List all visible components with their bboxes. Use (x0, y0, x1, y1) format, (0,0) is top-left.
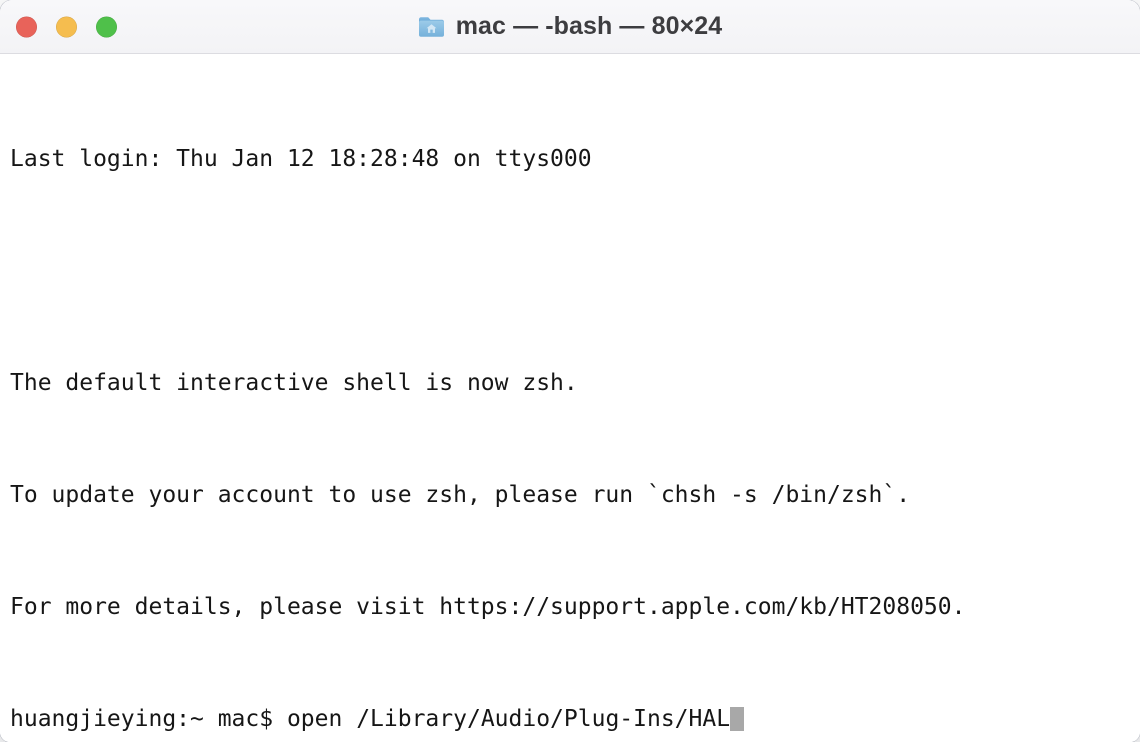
minimize-window-button[interactable] (56, 16, 77, 37)
window-titlebar[interactable]: mac — -bash — 80×24 (0, 0, 1140, 54)
desktop-backdrop: mac — -bash — 80×24 Last login: Thu Jan … (0, 0, 1140, 742)
home-folder-icon (418, 15, 445, 38)
terminal-line-shell-notice: The default interactive shell is now zsh… (10, 370, 578, 396)
maximize-window-button[interactable] (96, 16, 117, 37)
window-title-text: mac — -bash — 80×24 (455, 12, 723, 40)
command-input-text[interactable]: open /Library/Audio/Plug-Ins/HAL (287, 706, 730, 732)
terminal-line-last-login: Last login: Thu Jan 12 18:28:48 on ttys0… (10, 146, 592, 172)
traffic-light-controls (16, 16, 117, 37)
window-title-group: mac — -bash — 80×24 (418, 12, 723, 41)
terminal-line-update-instruction: To update your account to use zsh, pleas… (10, 482, 911, 508)
text-cursor (730, 707, 744, 731)
terminal-window: mac — -bash — 80×24 Last login: Thu Jan … (0, 0, 1140, 742)
terminal-line-details-url: For more details, please visit https://s… (10, 594, 966, 620)
close-window-button[interactable] (16, 16, 37, 37)
shell-prompt: huangjieying:~ mac$ (10, 706, 287, 732)
terminal-prompt-line[interactable]: huangjieying:~ mac$ open /Library/Audio/… (10, 705, 1140, 733)
terminal-output-area[interactable]: Last login: Thu Jan 12 18:28:48 on ttys0… (0, 54, 1140, 742)
